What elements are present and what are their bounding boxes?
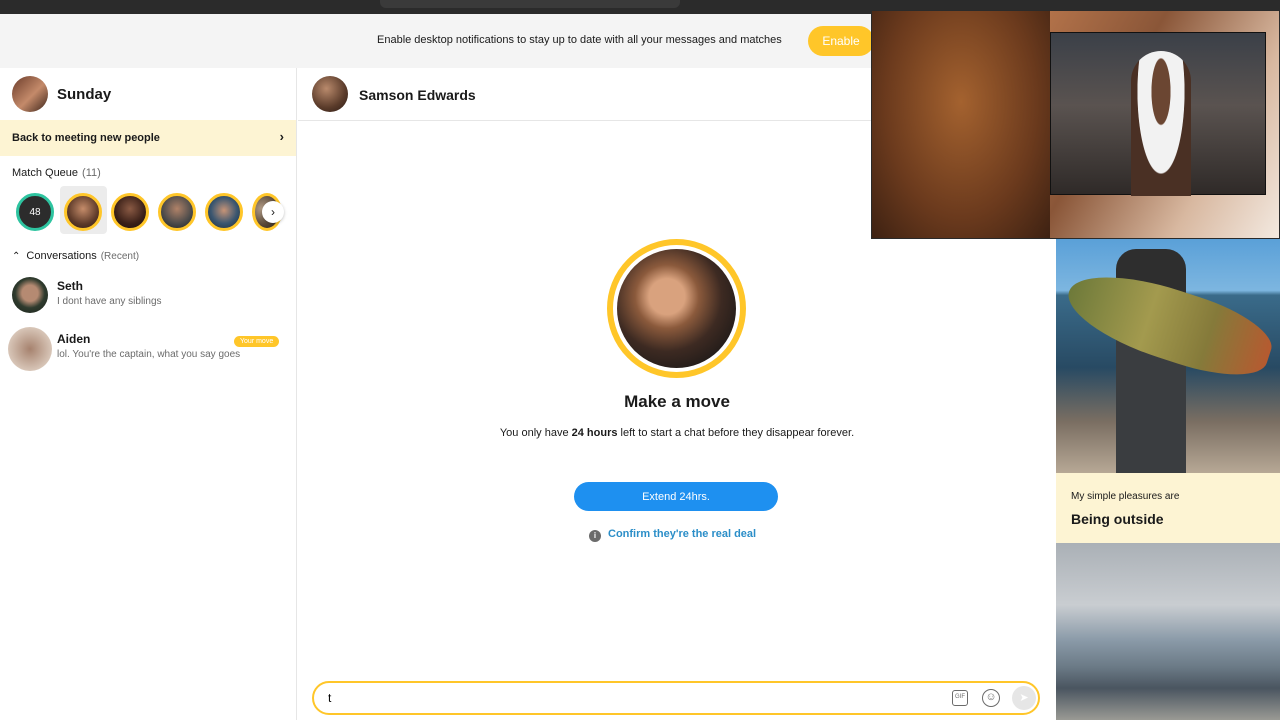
description-highlight: 24 hours <box>571 427 618 439</box>
conversations-title: Conversations <box>26 250 97 262</box>
avatar <box>8 327 52 371</box>
chevron-right-icon: › <box>279 129 284 144</box>
match-queue-avatar[interactable] <box>205 193 243 231</box>
match-queue-label: Match Queue <box>12 167 79 179</box>
match-queue: 48 › <box>0 186 296 238</box>
user-header[interactable]: Sunday <box>0 68 297 120</box>
match-queue-more[interactable]: 48 <box>16 193 54 231</box>
match-photo-image <box>617 249 736 368</box>
gif-icon[interactable]: GIF <box>952 690 968 706</box>
conversations-toggle[interactable]: ⌃ Conversations (Recent) <box>12 250 139 262</box>
notification-text: Enable desktop notifications to stay up … <box>377 34 782 46</box>
profile-prompt-value: Being outside <box>1071 511 1164 527</box>
your-move-badge: Your move <box>234 336 280 347</box>
enable-notifications-button[interactable]: Enable <box>808 26 874 56</box>
window-tab-strip <box>380 0 680 8</box>
video-remote-person <box>1131 51 1191 196</box>
back-to-meeting-button[interactable]: Back to meeting new people › <box>0 120 296 156</box>
conversation-preview: lol. You're the captain, what you say go… <box>57 349 241 360</box>
back-label: Back to meeting new people <box>12 132 160 144</box>
info-icon: i <box>589 530 601 542</box>
match-queue-badge: 48 <box>29 206 41 218</box>
match-queue-avatar[interactable] <box>64 193 102 231</box>
chevron-up-icon: ⌃ <box>12 251 21 262</box>
description-text: You only have <box>499 427 572 439</box>
video-call-overlay[interactable] <box>871 10 1280 239</box>
description-text: left to start a chat before they disappe… <box>617 427 855 439</box>
video-self-view <box>872 11 1050 238</box>
profile-prompt-label: My simple pleasures are <box>1071 491 1180 502</box>
message-composer: GIF ☺ ➤ <box>312 681 1040 715</box>
chevron-right-icon[interactable]: › <box>262 201 284 223</box>
make-a-move-description: You only have 24 hours left to start a c… <box>498 424 856 442</box>
conversation-item[interactable]: Seth I dont have any siblings <box>0 269 296 321</box>
message-input[interactable] <box>328 689 928 707</box>
profile-panel: My simple pleasures are Being outside <box>1056 239 1280 720</box>
match-queue-avatar[interactable] <box>111 193 149 231</box>
send-icon[interactable]: ➤ <box>1012 686 1036 710</box>
extend-button[interactable]: Extend 24hrs. <box>574 482 778 511</box>
match-photo <box>607 239 746 378</box>
confirm-real-deal-link[interactable]: i Confirm they're the real deal <box>589 528 756 542</box>
chat-avatar[interactable] <box>312 76 348 112</box>
avatar <box>12 277 48 313</box>
profile-photo <box>1056 543 1280 720</box>
profile-prompt: My simple pleasures are Being outside <box>1056 473 1280 543</box>
conversations-subtitle: (Recent) <box>100 251 140 262</box>
confirm-link-label: Confirm they're the real deal <box>608 528 757 540</box>
user-avatar[interactable] <box>12 76 48 112</box>
chat-name[interactable]: Samson Edwards <box>359 87 476 103</box>
conversation-item[interactable]: Aiden lol. You're the captain, what you … <box>0 322 296 374</box>
make-a-move-title: Make a move <box>624 392 730 411</box>
conversation-name: Aiden <box>57 332 91 346</box>
match-queue-count: (11) <box>82 167 101 179</box>
sidebar: Sunday Back to meeting new people › Matc… <box>0 68 297 720</box>
conversation-name: Seth <box>57 279 84 293</box>
match-queue-avatar[interactable] <box>158 193 196 231</box>
emoji-icon[interactable]: ☺ <box>982 689 1000 707</box>
video-remote-view[interactable] <box>1050 32 1266 196</box>
user-name: Sunday <box>57 86 112 103</box>
conversation-preview: I dont have any siblings <box>57 296 162 307</box>
match-queue-title: Match Queue (11) <box>12 167 101 179</box>
profile-photo <box>1056 239 1280 473</box>
